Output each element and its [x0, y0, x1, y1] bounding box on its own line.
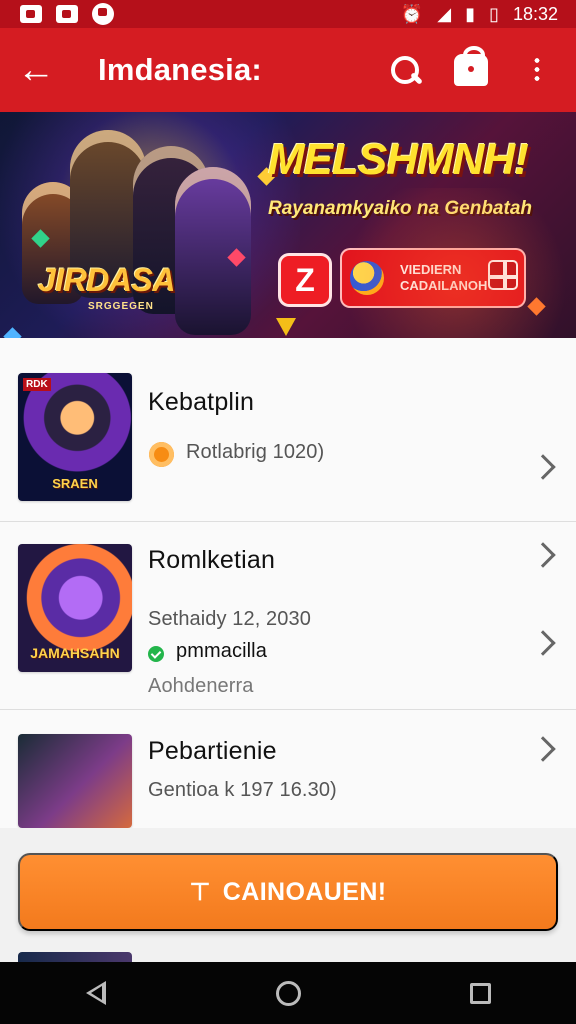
message-icon	[56, 5, 78, 23]
shop-button[interactable]	[450, 46, 492, 91]
system-navigation-bar	[0, 962, 576, 1024]
signal-icon: ▮	[465, 3, 476, 24]
recent-apps-icon	[469, 982, 491, 1004]
sparkle-icon	[3, 327, 22, 338]
list-item[interactable]: JAMAHSAHN Romlketian Sethaidy 12, 2030 p…	[0, 522, 576, 710]
game-thumbnail[interactable]: JAMAHSAHN	[18, 544, 132, 672]
next-thumbnail-peek	[18, 952, 132, 962]
check-icon	[148, 646, 164, 662]
home-icon	[275, 980, 301, 1006]
battery-icon: ▯	[489, 3, 499, 24]
system-back-button[interactable]	[66, 962, 126, 1024]
status-right-icons: ⏰ ◢ ▮ ▯ 18:32	[401, 4, 558, 25]
item-date: Sethaidy 12, 2030	[148, 608, 311, 630]
item-title: Pebartienie	[148, 737, 277, 765]
arrow-back-icon: ←	[17, 48, 55, 91]
item-title: Romlketian	[148, 546, 276, 574]
system-recent-button[interactable]	[450, 962, 510, 1024]
status-left-icons	[20, 3, 114, 25]
more-options-button[interactable]	[516, 49, 558, 91]
system-home-button[interactable]	[258, 962, 318, 1024]
banner-indicator-icon	[276, 318, 296, 336]
search-button[interactable]	[384, 49, 426, 91]
promo-chip[interactable]: VIEDIERN CADAILANOH	[342, 250, 524, 306]
status-time: 18:32	[512, 3, 558, 24]
filter-icon: ⊤	[189, 878, 211, 906]
banner-logo-subtitle: SRGGEGEN	[88, 301, 154, 312]
item-title: Kebatplin	[148, 388, 255, 416]
chevron-right-icon[interactable]	[530, 542, 556, 568]
primary-cta-button[interactable]: ⊤ CAINOAUEN!	[18, 853, 558, 931]
bag-icon	[454, 46, 488, 86]
app-bar-actions	[384, 46, 576, 91]
page-title: Imdanesia:	[98, 52, 262, 87]
alarm-icon: ⏰	[400, 3, 424, 24]
list-item[interactable]: Pebartienie Gentioa k 197 16.30)	[0, 710, 576, 828]
chevron-right-icon[interactable]	[530, 736, 556, 762]
item-category: Aohdenerra	[148, 675, 254, 697]
game-thumbnail[interactable]: RDK SRAEN	[18, 373, 132, 501]
sparkle-icon	[527, 297, 546, 316]
gallery-icon	[20, 5, 42, 23]
thumbnail-title: SRAEN	[52, 476, 98, 491]
status-bar: ⏰ ◢ ▮ ▯ 18:32	[0, 0, 576, 28]
back-button[interactable]: ←	[0, 28, 72, 112]
more-icon	[533, 56, 541, 84]
thumbnail-badge: RDK	[23, 378, 51, 391]
coin-icon	[350, 261, 384, 295]
chevron-right-icon[interactable]	[530, 630, 556, 656]
cta-label: CAINOAUEN!	[222, 877, 387, 906]
rating-icon	[149, 442, 174, 467]
wifi-icon: ◢	[437, 3, 452, 24]
app-bar: ← Imdanesia:	[0, 28, 576, 112]
list-item[interactable]: RDK SRAEN Kebatplin Rotlabrig 1020)	[0, 338, 576, 522]
banner-headline: MELSHMNH!	[268, 135, 529, 184]
chevron-right-icon[interactable]	[530, 454, 556, 480]
item-meta: Gentioa k 197 16.30)	[148, 779, 337, 801]
game-thumbnail[interactable]	[18, 734, 132, 828]
banner-subline: Rayanamkyaiko na Genbatah	[268, 198, 532, 219]
item-meta: Rotlabrig 1020)	[186, 441, 325, 463]
back-icon	[86, 981, 106, 1005]
thumbnail-title: JAMAHSAHN	[30, 645, 120, 661]
game-list: RDK SRAEN Kebatplin Rotlabrig 1020) JAMA…	[0, 338, 576, 828]
bottom-cta-area: ⊤ CAINOAUEN!	[0, 828, 576, 962]
promo-banner[interactable]: JIRDASA SRGGEGEN MELSHMNH! Rayanamkyaiko…	[0, 112, 576, 338]
item-status: pmmacilla	[176, 640, 267, 662]
media-icon	[92, 3, 114, 25]
banner-game-logo: JIRDASA	[38, 262, 175, 298]
search-icon	[389, 54, 421, 86]
gift-icon	[488, 260, 518, 290]
z-badge[interactable]: Z	[281, 256, 329, 304]
